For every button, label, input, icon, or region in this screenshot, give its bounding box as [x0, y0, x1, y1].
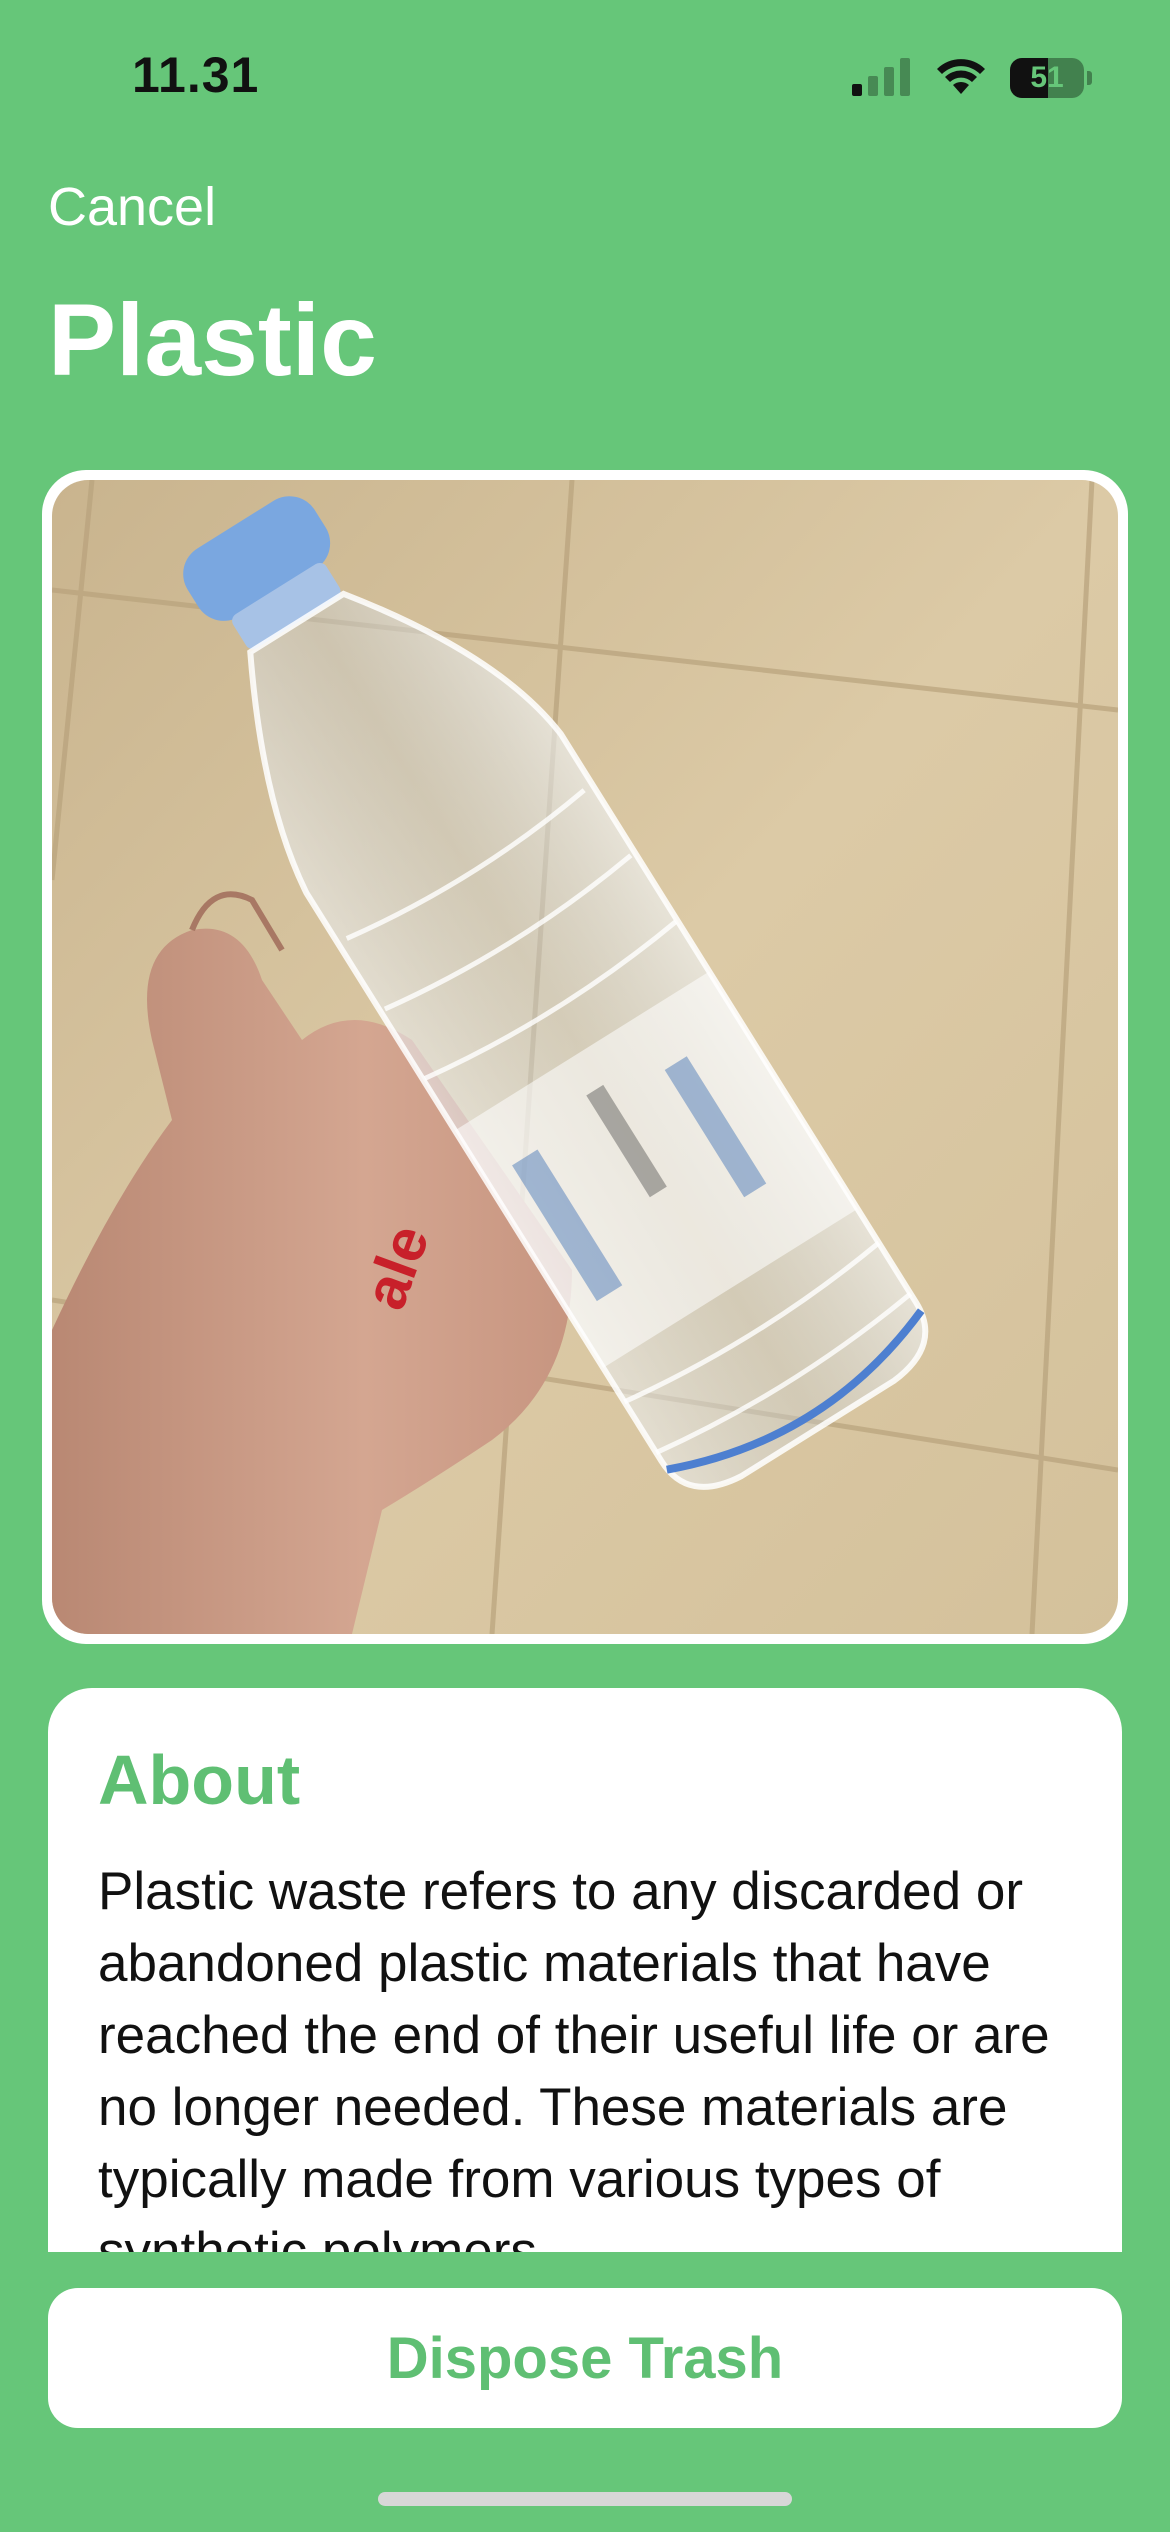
- status-icons: 51: [852, 56, 1092, 100]
- captured-photo: ale: [52, 480, 1118, 1634]
- about-heading: About: [98, 1741, 301, 1819]
- battery-level: 51: [1030, 61, 1064, 94]
- home-indicator: [378, 2492, 792, 2506]
- about-description: Plastic waste refers to any discarded or…: [98, 1862, 1050, 2252]
- cancel-button[interactable]: Cancel: [48, 176, 216, 238]
- wifi-icon: [934, 56, 988, 101]
- about-card: About Plastic waste refers to any discar…: [48, 1688, 1122, 2252]
- photo-frame: ale: [42, 470, 1128, 1644]
- status-time: 11.31: [132, 47, 260, 103]
- page-title: Plastic: [48, 283, 377, 397]
- dispose-trash-button[interactable]: Dispose Trash: [48, 2288, 1122, 2428]
- status-bar: 11.31 51: [0, 0, 1170, 150]
- battery-icon: 51: [1010, 58, 1092, 98]
- cellular-signal-icon: [852, 56, 912, 101]
